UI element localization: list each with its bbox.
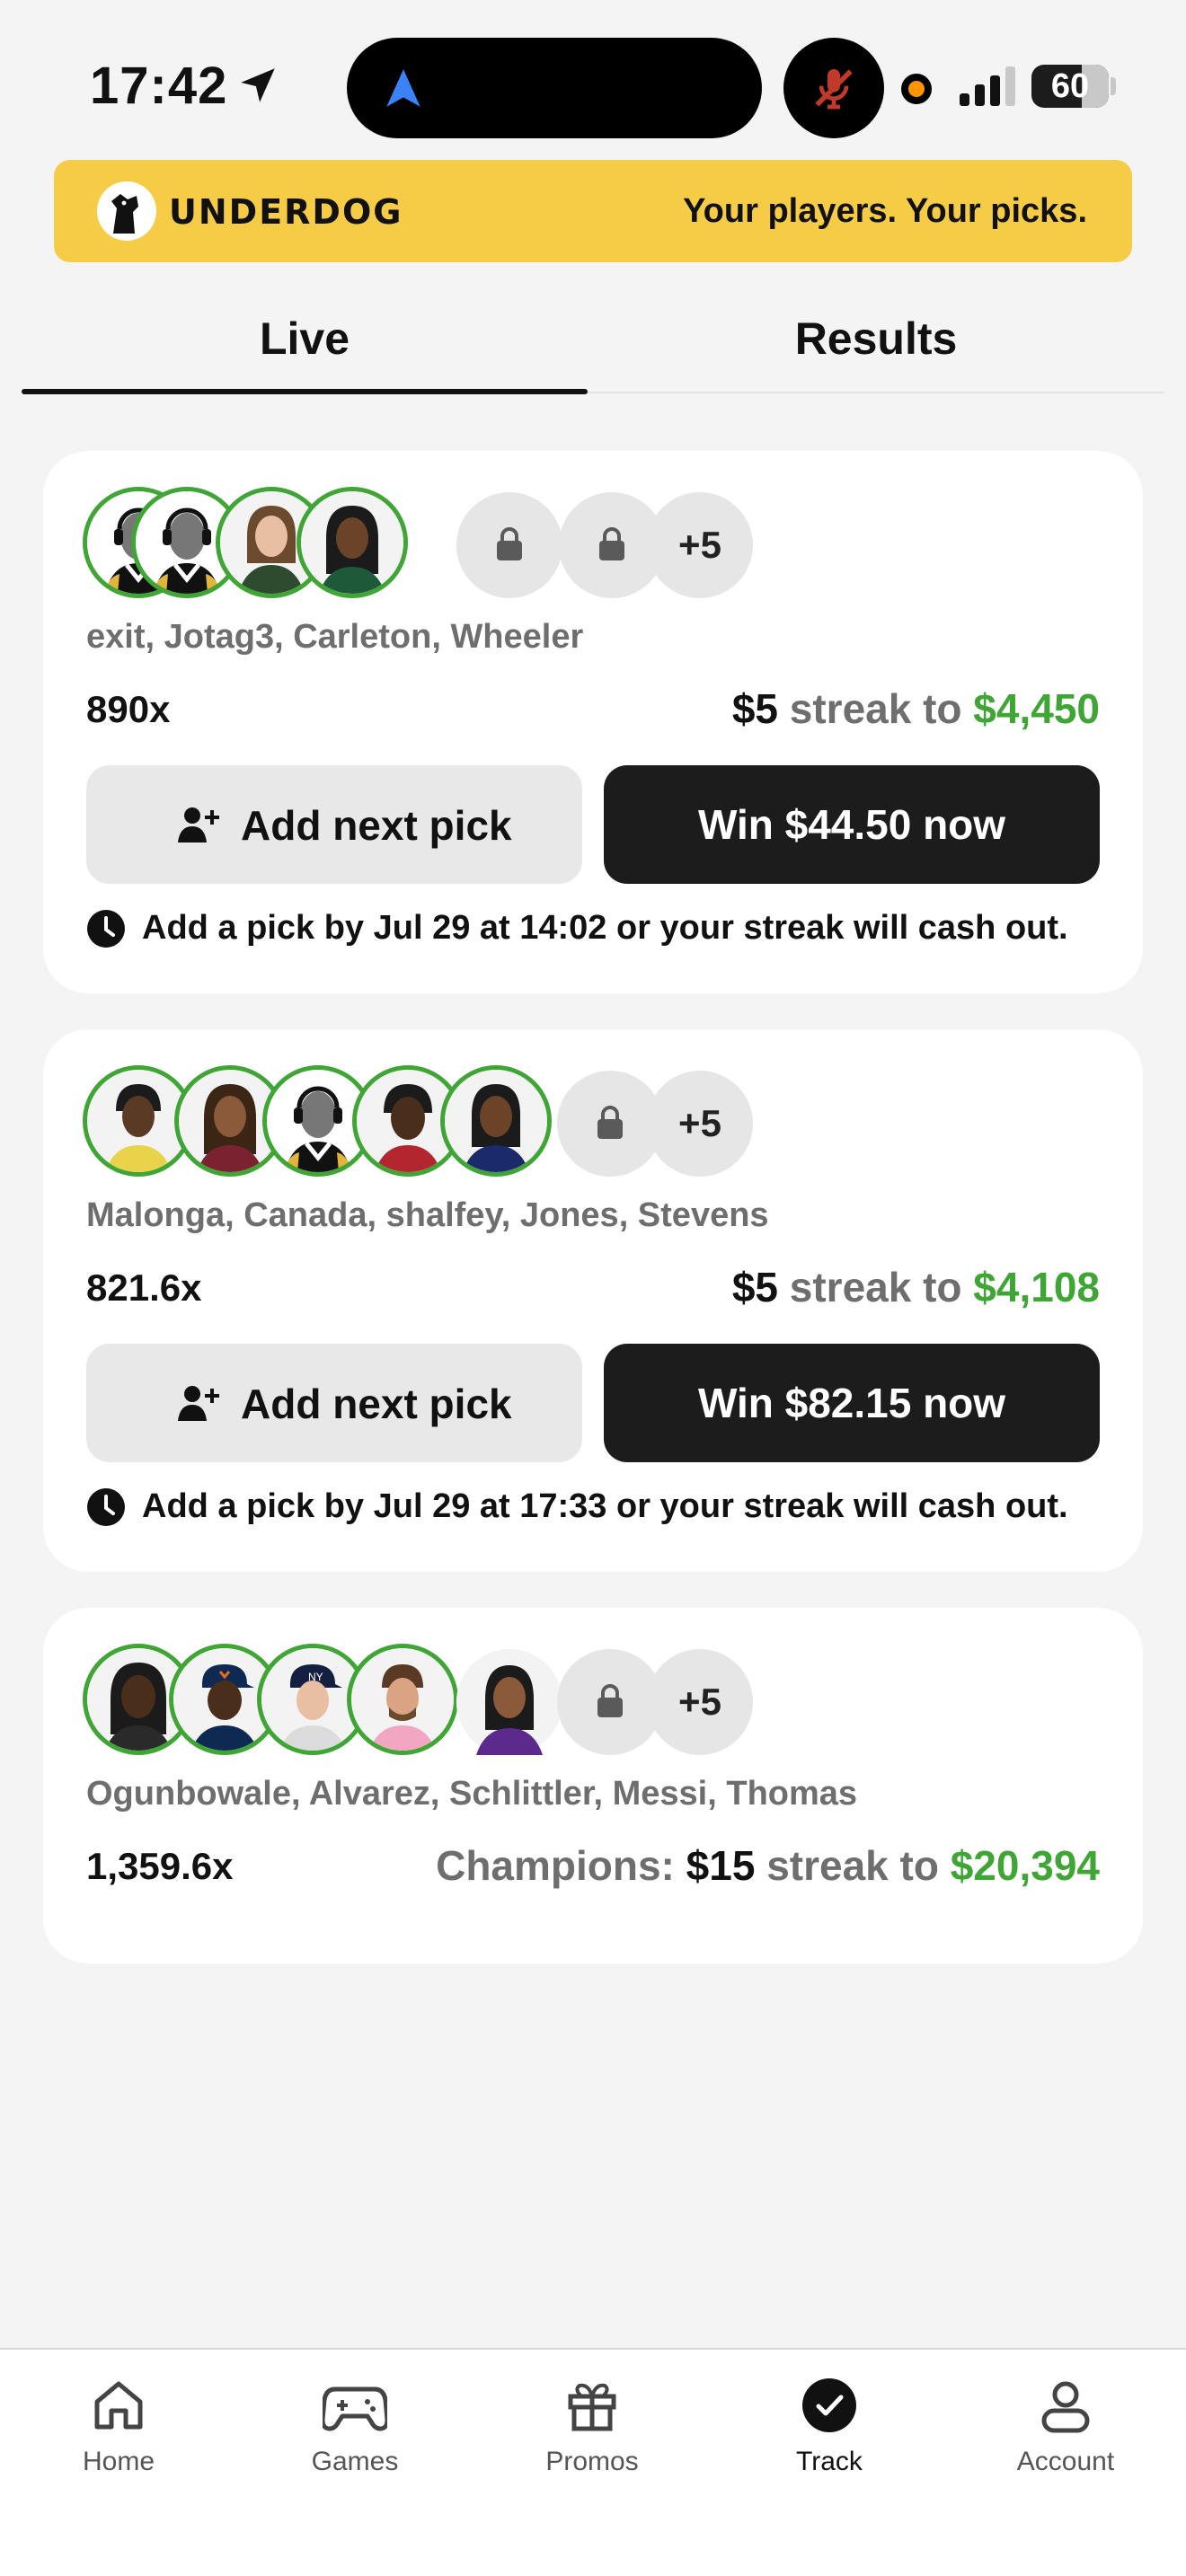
multiplier: 821.6x [86,1266,202,1309]
entry-card[interactable]: +5 Malonga, Canada, shalfey, Jones, Stev… [43,1029,1143,1572]
add-person-icon [178,1386,219,1421]
recording-dot [901,74,932,104]
nav-account-label: Account [1016,2447,1115,2476]
deadline-text: Add a pick by Jul 29 at 14:02 or your st… [142,909,1068,947]
streak-summary: $5 streak to $4,108 [732,1263,1100,1311]
home-icon [94,2381,143,2430]
streak-payout: $4,450 [973,685,1100,732]
add-next-pick-label: Add next pick [241,1381,512,1427]
location-arrow-icon [241,68,275,102]
logo-text: UNDERDOG [169,192,403,232]
avatar-player [456,1649,562,1755]
avatar-player [440,1065,552,1177]
nav-promos-label: Promos [545,2447,639,2476]
nav-games-label: Games [311,2447,399,2476]
check-circle-icon [802,2378,856,2432]
player-avatars: +5 [83,487,766,598]
lock-icon [597,1106,623,1139]
clock: 17:42 [90,57,228,115]
lock-icon [597,1684,623,1717]
nav-home-label: Home [82,2447,155,2476]
player-names: Ogunbowale, Alvarez, Schlittler, Messi, … [86,1775,858,1813]
cash-out-button[interactable]: Win $82.15 now [604,1344,1100,1462]
tab-live[interactable]: Live [22,313,588,365]
avatar-player [296,487,408,598]
add-person-icon [178,807,219,842]
streak-summary: $5 streak to $4,450 [732,684,1100,733]
streak-summary: Champions: $15 streak to $20,394 [436,1841,1100,1890]
nav-track-label: Track [796,2447,863,2476]
deadline-text: Add a pick by Jul 29 at 17:33 or your st… [142,1487,1068,1525]
add-next-pick-button[interactable]: Add next pick [86,765,582,884]
battery-level: 60 [1050,67,1090,105]
active-tab-indicator [22,389,588,394]
streak-prefix: Champions: [436,1842,686,1889]
add-next-pick-label: Add next pick [241,802,512,849]
muted-mic-indicator [783,38,884,138]
entry-card[interactable]: +5 exit, Jotag3, Carleton, Wheeler 890x … [43,451,1143,993]
player-avatars: +5 [83,1065,766,1177]
multiplier: 890x [86,688,171,730]
gamepad-icon [323,2386,387,2431]
player-avatars: NY +5 [83,1644,766,1755]
tab-bar: Live Results [22,304,1164,394]
mic-off-icon [815,69,853,110]
entry-amount: $5 [731,1264,778,1310]
navigation-icon [386,69,420,107]
streak-text: streak to [789,685,962,732]
streak-text: streak to [789,1264,962,1310]
underdog-logo [97,181,156,241]
person-icon [1041,2381,1090,2433]
player-names: exit, Jotag3, Carleton, Wheeler [86,618,584,656]
nav-promos[interactable]: Promos [493,2377,691,2477]
player-names: Malonga, Canada, shalfey, Jones, Stevens [86,1196,769,1234]
nav-track[interactable]: Track [730,2377,928,2477]
more-picks-count: +5 [647,492,753,598]
brand-banner: UNDERDOG Your players. Your picks. [54,160,1132,262]
add-next-pick-button[interactable]: Add next pick [86,1344,582,1462]
more-picks-count: +5 [647,1649,753,1755]
locked-pick [456,492,562,598]
entry-amount: $5 [731,685,778,732]
nav-account[interactable]: Account [967,2377,1164,2477]
bottom-nav: Home Games Promos Track Account [0,2348,1186,2576]
banner-tagline: Your players. Your picks. [683,192,1087,230]
streak-payout: $4,108 [973,1264,1100,1310]
streak-text: streak to [766,1842,939,1889]
more-picks-count: +5 [647,1071,753,1177]
streak-payout: $20,394 [950,1842,1100,1889]
nav-home[interactable]: Home [20,2377,217,2477]
cash-out-button[interactable]: Win $44.50 now [604,765,1100,884]
lock-icon [497,527,522,560]
lock-icon [599,527,624,560]
gift-icon [568,2383,616,2431]
cellular-signal-icon [960,66,1015,106]
avatar-player [347,1644,458,1755]
status-bar: 17:42 60 [0,0,1186,153]
tab-results[interactable]: Results [593,313,1159,365]
entry-amount: $15 [686,1842,756,1889]
battery-indicator: 60 [1031,65,1109,108]
entry-card[interactable]: NY +5 Ogunbowale, Alvarez, Schlittler, M… [43,1608,1143,1963]
multiplier: 1,359.6x [86,1845,234,1887]
dynamic-island [347,38,762,138]
nav-games[interactable]: Games [256,2377,454,2477]
clock-icon [87,910,125,948]
clock-icon [87,1488,125,1526]
